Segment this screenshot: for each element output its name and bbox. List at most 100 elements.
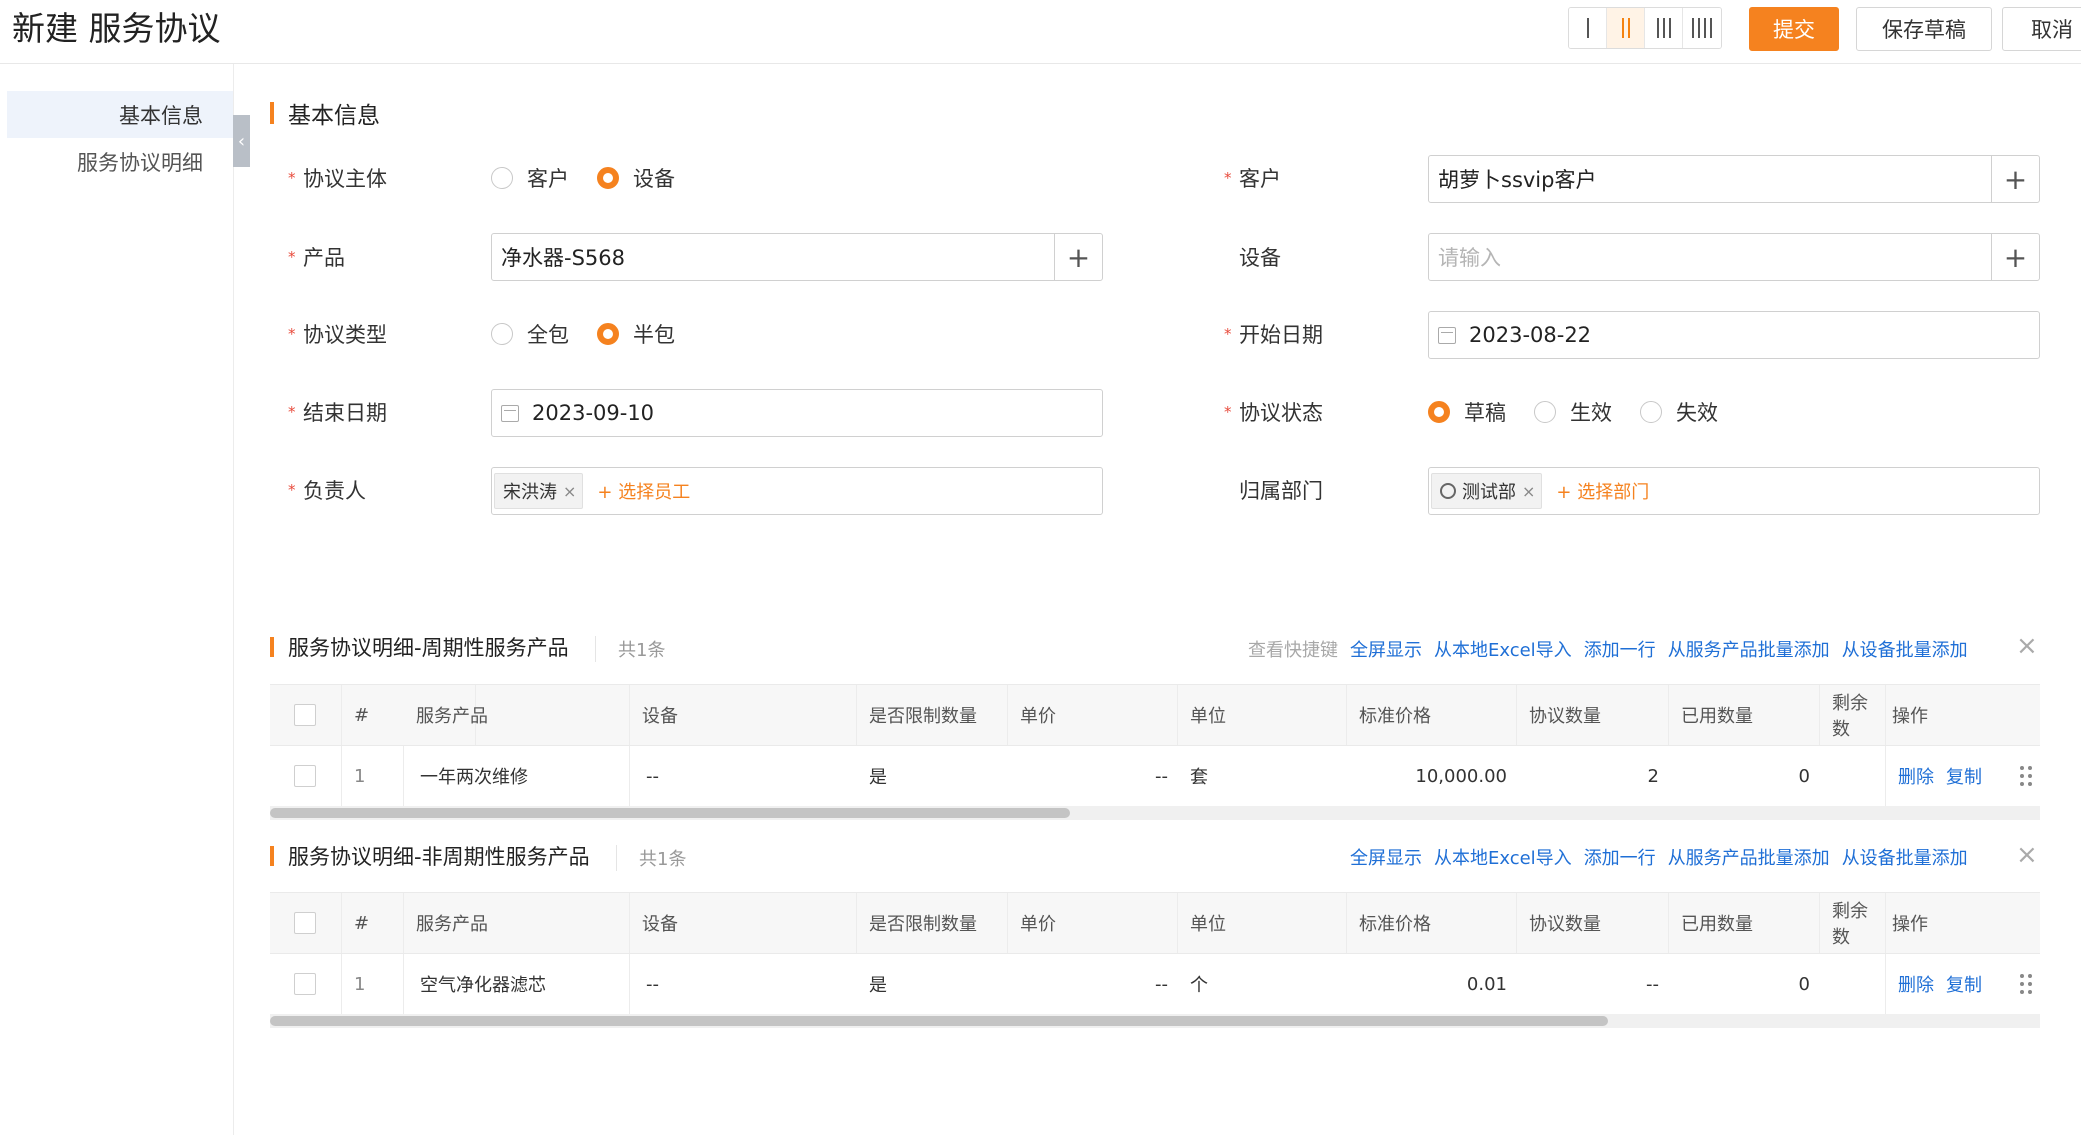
sidebar-item-basic-info[interactable]: 基本信息 xyxy=(7,91,233,138)
batch-add-service-product-link[interactable]: 从服务产品批量添加 xyxy=(1668,844,1830,870)
table-header-row: # 服务产品 设备 是否限制数量 单价 单位 标准价格 协议数量 已用数量 剩余… xyxy=(270,893,2040,954)
scrollbar-thumb[interactable] xyxy=(270,808,1070,818)
delete-row-link[interactable]: 删除 xyxy=(1898,971,1934,997)
table-periodic-count: 共1条 xyxy=(595,636,665,662)
close-icon[interactable]: × xyxy=(2016,631,2038,661)
department-icon xyxy=(1440,483,1456,499)
row-checkbox[interactable] xyxy=(294,973,316,995)
column-header: 已用数量 xyxy=(1669,893,1820,953)
required-mark: * xyxy=(1224,325,1232,343)
view-shortcuts-link[interactable]: 查看快捷键 xyxy=(1248,636,1338,662)
remove-tag-icon[interactable]: × xyxy=(1522,482,1535,501)
end-date-field[interactable]: 2023-09-10 xyxy=(491,389,1103,437)
collapse-sidebar-button[interactable]: ‹ xyxy=(233,115,250,167)
page-title: 新建 服务协议 xyxy=(12,9,221,48)
layout-2-column-button[interactable] xyxy=(1607,8,1645,48)
service-product-cell[interactable]: 一年两次维修 xyxy=(404,746,630,806)
status-option-active[interactable]: 生效 xyxy=(1534,397,1612,427)
add-customer-button[interactable]: + xyxy=(1991,156,2039,202)
column-header: 服务产品 xyxy=(404,893,630,953)
fullscreen-link[interactable]: 全屏显示 xyxy=(1350,844,1422,870)
owner-field[interactable]: 宋洪涛 × + 选择员工 xyxy=(491,467,1103,515)
select-all-checkbox[interactable] xyxy=(294,912,316,934)
table-periodic-scrollbar[interactable] xyxy=(270,806,2040,820)
product-field[interactable]: 净水器-S568 + xyxy=(491,233,1103,281)
service-product-cell[interactable]: 空气净化器滤芯 xyxy=(404,954,630,1014)
submit-button[interactable]: 提交 xyxy=(1749,7,1839,51)
subject-option-device[interactable]: 设备 xyxy=(597,163,675,193)
copy-row-link[interactable]: 复制 xyxy=(1946,763,1982,789)
limit-cell[interactable]: 是 xyxy=(857,746,1008,806)
start-date-field[interactable]: 2023-08-22 xyxy=(1428,311,2040,359)
table-nonperiodic-toolbar: 全屏显示 从本地Excel导入 添加一行 从服务产品批量添加 从设备批量添加 xyxy=(1350,844,1968,870)
type-option-full[interactable]: 全包 xyxy=(491,319,569,349)
column-header: 剩余数 xyxy=(1820,893,1886,953)
type-label: * 协议类型 xyxy=(288,323,387,347)
department-field[interactable]: 测试部 × + 选择部门 xyxy=(1428,467,2040,515)
drag-handle-icon[interactable] xyxy=(2020,766,2034,786)
select-all-checkbox[interactable] xyxy=(294,704,316,726)
table-nonperiodic: # 服务产品 设备 是否限制数量 单价 单位 标准价格 协议数量 已用数量 剩余… xyxy=(270,892,2040,1015)
save-draft-button[interactable]: 保存草稿 xyxy=(1856,7,1992,51)
batch-add-device-link[interactable]: 从设备批量添加 xyxy=(1842,844,1968,870)
type-option-half[interactable]: 半包 xyxy=(597,319,675,349)
status-label: * 协议状态 xyxy=(1224,401,1323,425)
subject-radio-group: 客户 设备 xyxy=(491,154,703,202)
column-header: 设备 xyxy=(630,893,857,953)
limit-cell[interactable]: 是 xyxy=(857,954,1008,1014)
required-mark: * xyxy=(288,169,296,187)
add-row-link[interactable]: 添加一行 xyxy=(1584,636,1656,662)
calendar-icon xyxy=(1438,326,1456,344)
unit-price-cell[interactable]: -- xyxy=(1008,746,1178,806)
required-mark: * xyxy=(288,481,296,499)
delete-row-link[interactable]: 删除 xyxy=(1898,763,1934,789)
row-checkbox[interactable] xyxy=(294,765,316,787)
device-cell[interactable]: -- xyxy=(630,954,857,1014)
column-header: 协议数量 xyxy=(1517,685,1669,745)
column-header: 剩余数 xyxy=(1820,685,1886,745)
table-row: 1 一年两次维修 -- 是 -- 套 10,000.00 2 0 删除 复制 xyxy=(270,746,2040,807)
column-header: 操作 xyxy=(1892,706,1928,727)
customer-field[interactable]: 胡萝卜ssvip客户 + xyxy=(1428,155,2040,203)
scrollbar-thumb[interactable] xyxy=(270,1016,1608,1026)
table-nonperiodic-scrollbar[interactable] xyxy=(270,1014,2040,1028)
close-icon[interactable]: × xyxy=(2016,840,2038,870)
device-cell[interactable]: -- xyxy=(630,746,857,806)
add-product-button[interactable]: + xyxy=(1054,234,1102,280)
import-excel-link[interactable]: 从本地Excel导入 xyxy=(1434,636,1572,662)
remaining-qty-cell xyxy=(1820,746,1886,806)
drag-handle-icon[interactable] xyxy=(2020,974,2034,994)
sidebar-item-agreement-detail[interactable]: 服务协议明细 xyxy=(7,138,233,185)
column-header: 设备 xyxy=(630,685,857,745)
subject-option-customer[interactable]: 客户 xyxy=(491,163,569,193)
select-department-link[interactable]: + 选择部门 xyxy=(1556,478,1649,504)
status-option-draft[interactable]: 草稿 xyxy=(1428,397,1506,427)
unit-cell: 套 xyxy=(1190,767,1208,788)
device-label: 设备 xyxy=(1239,246,1281,270)
batch-add-device-link[interactable]: 从设备批量添加 xyxy=(1842,636,1968,662)
agreement-qty-cell[interactable]: 2 xyxy=(1517,746,1669,806)
unit-price-cell[interactable]: -- xyxy=(1008,954,1178,1014)
import-excel-link[interactable]: 从本地Excel导入 xyxy=(1434,844,1572,870)
fullscreen-link[interactable]: 全屏显示 xyxy=(1350,636,1422,662)
batch-add-service-product-link[interactable]: 从服务产品批量添加 xyxy=(1668,636,1830,662)
column-header: 单位 xyxy=(1178,685,1347,745)
table-row: 1 空气净化器滤芯 -- 是 -- 个 0.01 -- 0 删除 复制 xyxy=(270,954,2040,1015)
start-date-label: * 开始日期 xyxy=(1224,323,1323,347)
chevron-left-icon: ‹ xyxy=(237,130,246,152)
layout-1-column-button[interactable] xyxy=(1569,8,1607,48)
add-row-link[interactable]: 添加一行 xyxy=(1584,844,1656,870)
device-field[interactable]: 请输入 + xyxy=(1428,233,2040,281)
subject-label: * 协议主体 xyxy=(288,167,387,191)
standard-price-cell: 10,000.00 xyxy=(1415,765,1507,787)
add-device-button[interactable]: + xyxy=(1991,234,2039,280)
copy-row-link[interactable]: 复制 xyxy=(1946,971,1982,997)
cancel-button[interactable]: 取消 xyxy=(2002,7,2081,51)
remove-tag-icon[interactable]: × xyxy=(563,482,576,501)
layout-4-column-button[interactable] xyxy=(1683,8,1721,48)
layout-3-column-button[interactable] xyxy=(1645,8,1683,48)
agreement-qty-cell[interactable]: -- xyxy=(1517,954,1669,1014)
status-option-inactive[interactable]: 失效 xyxy=(1640,397,1718,427)
column-header: 服务产品 xyxy=(404,685,630,745)
select-employee-link[interactable]: + 选择员工 xyxy=(597,478,690,504)
